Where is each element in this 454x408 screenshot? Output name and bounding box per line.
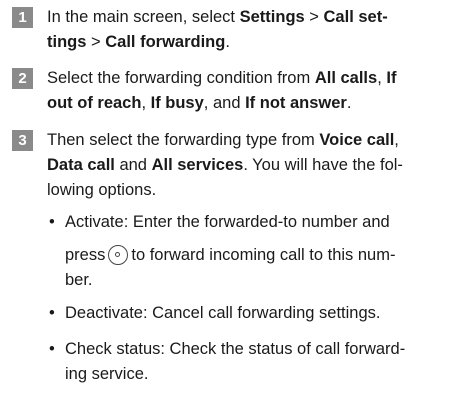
step-2: 2 Select the forwarding condition from A… xyxy=(12,66,444,116)
menu-settings: Settings xyxy=(239,8,305,26)
text-run: and xyxy=(114,156,152,174)
options-list: • Activate: Enter the forwarded-to numbe… xyxy=(49,210,447,387)
option-line: ber. xyxy=(65,271,93,289)
text-run: . You will have the fol- xyxy=(243,156,403,174)
option-if-busy: If busy xyxy=(150,94,204,112)
option-check-status: • Check status: Check the status of call… xyxy=(49,337,447,387)
option-line: Deactivate: Cancel call forwarding setti… xyxy=(65,304,381,322)
option-line: ing service. xyxy=(65,365,149,383)
text-run: Then select the forwarding type from xyxy=(47,131,320,149)
instructions-page: 1 In the main screen, select Settings > … xyxy=(0,0,454,408)
option-deactivate: • Deactivate: Cancel call forwarding set… xyxy=(49,301,447,326)
option-all-calls: All calls xyxy=(314,69,378,87)
step-line: Data call and All services. You will hav… xyxy=(47,153,444,178)
step-line: out of reach, If busy, and If not answer… xyxy=(47,91,444,116)
step-3: 3 Then select the forwarding type from V… xyxy=(12,128,444,203)
step-line: Then select the forwarding type from Voi… xyxy=(47,128,444,153)
step-number: 1 xyxy=(12,7,33,28)
text-run: , and xyxy=(203,94,246,112)
text-run: > xyxy=(304,8,324,26)
option-line: press to forward incoming call to this nu… xyxy=(65,243,447,268)
menu-call-settings: Call set- xyxy=(323,8,388,26)
bullet-dot: • xyxy=(49,213,55,231)
menu-call-settings: tings xyxy=(47,33,87,51)
option-if-out-of-reach: If xyxy=(386,69,397,87)
text-run: Select the forwarding condition from xyxy=(47,69,315,87)
step-line: tings > Call forwarding. xyxy=(47,30,444,55)
text-run: lowing options. xyxy=(47,181,157,199)
step-line: lowing options. xyxy=(47,178,444,203)
text-run: , xyxy=(394,131,399,149)
type-data-call: Data call xyxy=(47,156,115,174)
menu-call-forwarding: Call forwarding xyxy=(105,33,226,51)
option-line: Activate: Enter the forwarded-to number … xyxy=(65,213,390,231)
ok-key-icon xyxy=(108,245,129,265)
text-run: . xyxy=(225,33,230,51)
text-run: . xyxy=(346,94,352,112)
text-run: , xyxy=(141,94,151,112)
text-run: to forward incoming call to this num- xyxy=(131,246,396,264)
step-text: In the main screen, select Settings > Ca… xyxy=(47,5,444,55)
step-text: Select the forwarding condition from All… xyxy=(47,66,444,116)
step-number: 2 xyxy=(12,68,33,89)
text-run: , xyxy=(377,69,387,87)
option-activate: • Activate: Enter the forwarded-to numbe… xyxy=(49,210,447,293)
option-if-not-answer: If not answer xyxy=(245,94,347,112)
step-1: 1 In the main screen, select Settings > … xyxy=(12,5,444,55)
bullet-dot: • xyxy=(49,304,55,322)
text-run: > xyxy=(86,33,106,51)
option-if-out-of-reach: out of reach xyxy=(47,94,142,112)
step-line: In the main screen, select Settings > Ca… xyxy=(47,5,444,30)
step-number: 3 xyxy=(12,130,33,151)
step-text: Then select the forwarding type from Voi… xyxy=(47,128,444,203)
step-line: Select the forwarding condition from All… xyxy=(47,66,444,91)
type-voice-call: Voice call xyxy=(319,131,395,149)
bullet-dot: • xyxy=(49,340,55,358)
option-line: Check status: Check the status of call f… xyxy=(65,340,406,358)
text-run: press xyxy=(65,246,106,264)
text-run: In the main screen, select xyxy=(47,8,240,26)
type-all-services: All services xyxy=(151,156,244,174)
